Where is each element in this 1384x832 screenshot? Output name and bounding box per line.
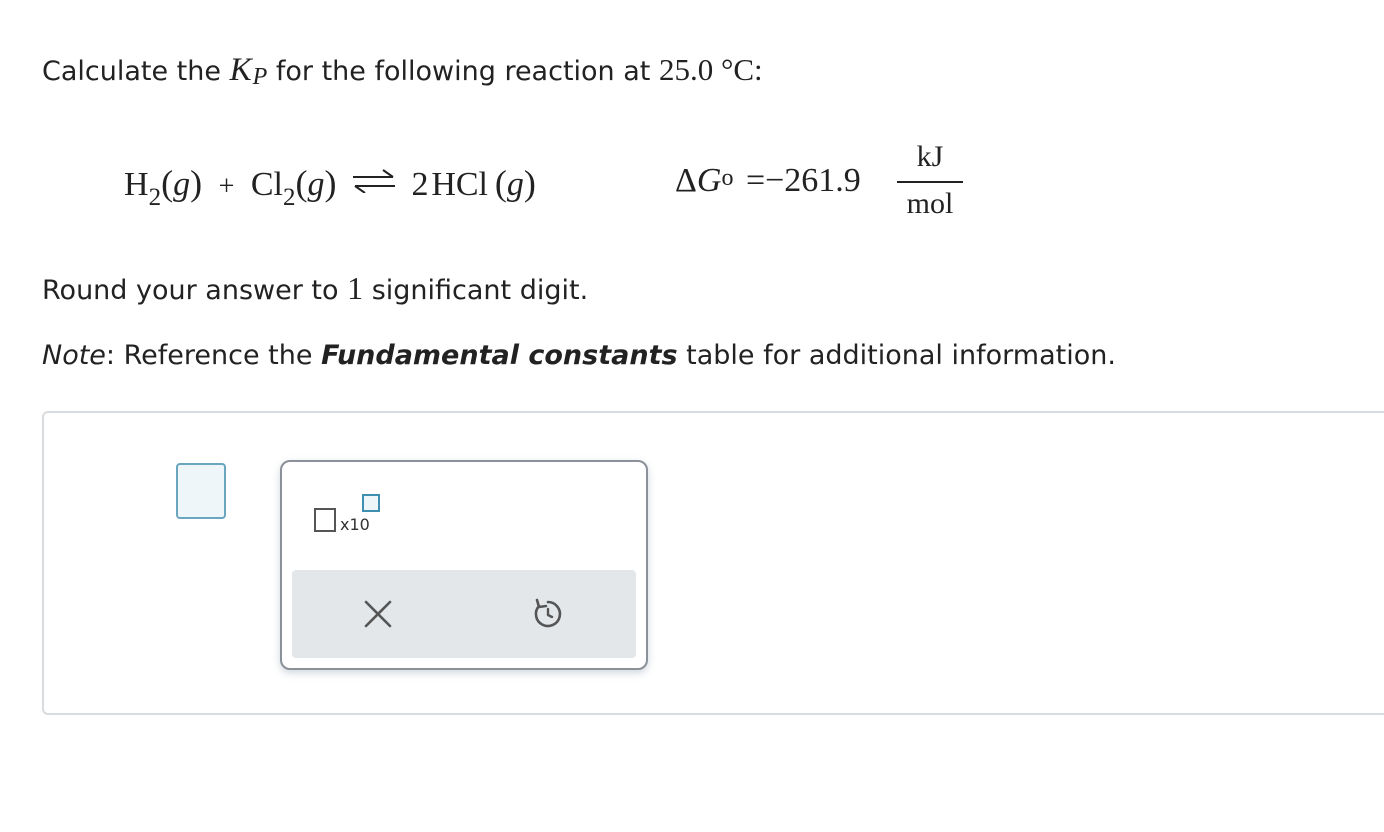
scientific-notation-button[interactable]: x10 [312, 492, 392, 538]
reactant-cl2: Cl2(g) [250, 163, 337, 211]
note-label: Note [42, 340, 106, 371]
exponent-box-icon [362, 494, 380, 512]
x-icon [364, 600, 392, 628]
undo-icon [534, 598, 562, 628]
gibbs-value: −261.9 [765, 162, 861, 199]
delta-symbol: Δ [675, 162, 697, 199]
standard-state-superscript: o [721, 165, 734, 191]
product-hcl: 2 HCl (g) [411, 163, 536, 203]
question-prefix: Calculate the [42, 56, 221, 87]
fundamental-constants-link[interactable]: Fundamental constants [321, 340, 677, 371]
rounding-instruction: Round your answer to 1 significant digit… [42, 270, 588, 307]
note-colon: : [105, 340, 116, 371]
gibbs-unit: kJ mol [897, 140, 963, 221]
round-digits: 1 [347, 270, 364, 306]
g-symbol: G [696, 162, 722, 199]
undo-button[interactable] [528, 594, 568, 634]
times-ten-label: x10 [340, 515, 370, 534]
question-middle: for the following reaction at [275, 56, 651, 87]
gibbs-energy: ΔGo =−261.9 [675, 162, 861, 200]
clear-button[interactable] [358, 594, 398, 634]
mantissa-box-icon [314, 508, 336, 532]
note-text: Note: Reference the Fundamental constant… [42, 340, 1116, 371]
answer-panel [42, 411, 1384, 715]
round-suffix: significant digit. [371, 275, 589, 306]
answer-input[interactable] [176, 463, 226, 519]
equilibrium-arrow-icon [352, 169, 395, 194]
temperature: 25.0 °C: [658, 52, 763, 87]
unit-numerator: kJ [916, 140, 944, 173]
reactant-h2: H2(g) [124, 163, 203, 211]
question-text: Calculate the KP for the following react… [42, 52, 763, 90]
reaction-equation: H2(g) + Cl2(g) 2 HCl (g) [124, 162, 536, 211]
fraction-bar [897, 181, 963, 183]
action-bar [292, 570, 636, 658]
equals-sign: = [745, 162, 766, 199]
unit-denominator: mol [906, 187, 954, 220]
plus-sign: + [218, 171, 235, 202]
math-palette: x10 [280, 460, 648, 670]
kp-symbol: KP [229, 52, 268, 90]
note-suffix: table for additional information. [686, 340, 1116, 371]
note-prefix: Reference the [123, 340, 313, 371]
round-prefix: Round your answer to [42, 275, 339, 306]
